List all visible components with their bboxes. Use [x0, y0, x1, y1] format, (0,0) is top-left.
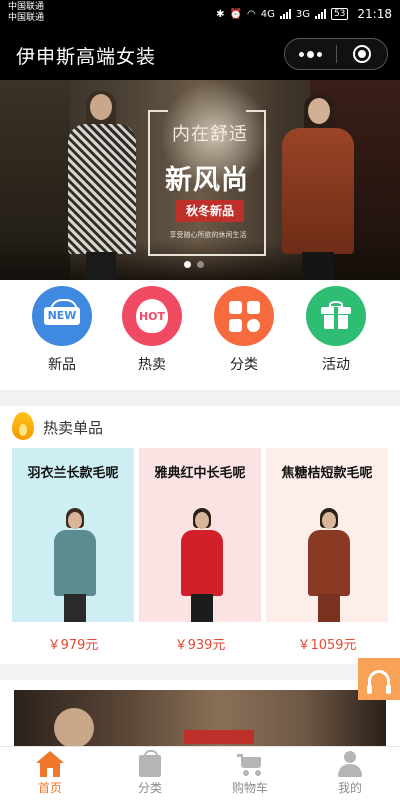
- gift-icon: [306, 286, 366, 346]
- category-label: 热卖: [138, 357, 166, 373]
- customer-service-button[interactable]: [358, 658, 400, 700]
- more-menu-button[interactable]: [285, 39, 336, 69]
- nav-bar: 伊申斯高端女装: [0, 28, 400, 80]
- clock: 21:18: [357, 7, 392, 21]
- bag-icon: [134, 750, 166, 777]
- home-icon: [34, 751, 66, 777]
- hot-products-section: 热卖单品 羽衣兰长款毛呢 ￥979元 雅典红中长毛呢 ￥939元 焦糖桔短款毛呢…: [0, 406, 400, 664]
- tab-label: 购物车: [231, 781, 268, 795]
- banner-script-text: 内在舒适: [172, 124, 248, 145]
- product-name: 雅典红中长毛呢: [154, 466, 246, 481]
- category-classify[interactable]: 分类: [204, 286, 284, 382]
- promo-banner[interactable]: 内在舒适 新风尚 秋冬新品 享受随心所欲的休闲生活: [0, 80, 400, 280]
- target-close-icon: [352, 45, 371, 63]
- network-2-label: 3G: [295, 8, 310, 20]
- category-activity[interactable]: 活动: [296, 286, 376, 382]
- carrier-2: 中国联通: [8, 13, 45, 23]
- more-dot-icon: [307, 50, 314, 58]
- bluetooth-icon: ✱: [216, 8, 225, 20]
- tab-home[interactable]: 首页: [0, 747, 100, 800]
- miniprogram-capsule: [284, 38, 388, 70]
- banner-model-right: [272, 94, 362, 280]
- app-page: 中国联通 中国联通 ✱ ⏰ ◠ 4G 3G 53 21:18 伊申斯高端女装 内…: [0, 0, 400, 800]
- headset-icon: [367, 670, 391, 694]
- banner-pagination: [184, 261, 204, 268]
- hot-icon: HOT: [122, 286, 182, 346]
- close-miniprogram-button[interactable]: [337, 39, 387, 69]
- banner-subtitle: 享受随心所欲的休闲生活: [169, 231, 247, 239]
- product-price: ￥979元: [47, 638, 99, 653]
- product-card[interactable]: 羽衣兰长款毛呢 ￥979元: [12, 448, 134, 660]
- tab-bar: 首页 分类 购物车 我的: [0, 746, 400, 800]
- banner-model-left: [62, 91, 142, 280]
- product-price: ￥1059元: [297, 638, 357, 653]
- wifi-icon: ◠: [246, 8, 256, 20]
- category-hot[interactable]: HOT 热卖: [112, 286, 192, 382]
- tab-label: 分类: [137, 781, 162, 795]
- section-header: 热卖单品: [0, 406, 400, 446]
- carrier-1: 中国联通: [8, 2, 45, 12]
- person-icon: [334, 751, 366, 777]
- tab-profile[interactable]: 我的: [300, 747, 400, 800]
- page-title: 伊申斯高端女装: [16, 46, 157, 68]
- section-title: 热卖单品: [43, 419, 104, 437]
- product-name: 焦糖桔短款毛呢: [281, 466, 373, 481]
- secondary-banner[interactable]: [0, 680, 400, 746]
- product-card[interactable]: 焦糖桔短款毛呢 ￥1059元: [266, 448, 388, 660]
- banner-headline: 新风尚: [165, 165, 249, 196]
- new-icon: NEW: [32, 286, 92, 346]
- category-label: 活动: [322, 357, 350, 373]
- tab-category[interactable]: 分类: [100, 747, 200, 800]
- tab-cart[interactable]: 购物车: [200, 747, 300, 800]
- category-nav: NEW 新品 HOT 热卖 分类 活动: [0, 280, 400, 390]
- tab-label: 我的: [337, 781, 362, 795]
- status-indicators: ✱ ⏰ ◠ 4G 3G 53 21:18: [216, 6, 392, 22]
- carrier-info: 中国联通 中国联通: [8, 2, 44, 24]
- signal-2-icon: [314, 9, 326, 19]
- product-price: ￥939元: [174, 638, 226, 653]
- secondary-banner-image: [14, 690, 386, 746]
- product-name: 羽衣兰长款毛呢: [27, 466, 119, 481]
- cart-icon: [234, 751, 266, 777]
- product-card[interactable]: 雅典红中长毛呢 ￥939元: [139, 448, 261, 660]
- category-label: 新品: [48, 357, 76, 373]
- category-label: 分类: [230, 357, 258, 373]
- status-bar: 中国联通 中国联通 ✱ ⏰ ◠ 4G 3G 53 21:18: [0, 0, 400, 28]
- network-1-label: 4G: [260, 8, 275, 20]
- banner-tag: 秋冬新品: [176, 200, 244, 222]
- battery-icon: 53: [330, 8, 349, 20]
- more-dot-icon: [317, 51, 322, 57]
- banner-dot-active[interactable]: [184, 261, 191, 268]
- category-new[interactable]: NEW 新品: [22, 286, 102, 382]
- more-dot-icon: [299, 51, 304, 57]
- category-grid-icon: [214, 286, 274, 346]
- tab-label: 首页: [37, 781, 62, 795]
- banner-dot[interactable]: [197, 261, 204, 268]
- alarm-icon: ⏰: [229, 8, 242, 20]
- signal-1-icon: [279, 9, 291, 19]
- fire-icon: [12, 412, 34, 440]
